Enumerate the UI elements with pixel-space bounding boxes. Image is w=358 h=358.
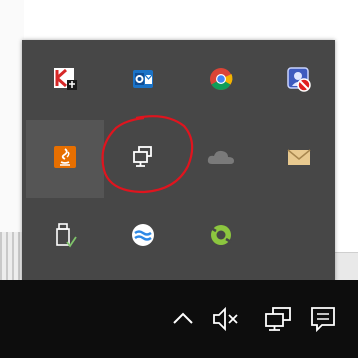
tray-item-kaspersky[interactable] — [26, 42, 104, 120]
waves-icon — [130, 222, 156, 252]
tray-item-green-app[interactable] — [182, 198, 260, 276]
taskbar — [0, 280, 358, 358]
volume-button[interactable] — [210, 304, 240, 334]
green-leaf-icon — [208, 222, 234, 252]
tray-item-mail[interactable] — [260, 120, 338, 198]
notification-icon — [311, 307, 335, 333]
kaspersky-icon — [52, 66, 78, 96]
background-window-edge — [333, 252, 358, 281]
envelope-icon — [286, 147, 312, 171]
show-hidden-icons-button[interactable] — [168, 304, 198, 334]
tray-item-waves-app[interactable] — [104, 198, 182, 276]
tray-item-chrome[interactable] — [182, 42, 260, 120]
chevron-up-icon — [173, 312, 193, 324]
tray-item-security-shield[interactable] — [260, 42, 338, 120]
java-icon — [51, 143, 79, 175]
tray-item-usb-safely-remove[interactable] — [26, 198, 104, 276]
action-center-button[interactable] — [308, 304, 338, 334]
background-window-right — [335, 0, 358, 280]
usb-drive-icon — [52, 221, 78, 253]
chrome-icon — [208, 66, 234, 96]
outlook-icon — [130, 66, 156, 96]
background-scroll-strip — [0, 232, 24, 280]
network-button[interactable] — [262, 304, 292, 334]
tray-item-outlook[interactable] — [104, 42, 182, 120]
tray-item-java-update[interactable] — [26, 120, 104, 198]
cloud-icon — [206, 147, 236, 171]
shield-blocked-icon — [285, 65, 313, 97]
speaker-muted-icon — [213, 306, 238, 332]
network-icon — [265, 307, 291, 331]
red-annotation-circle — [101, 115, 194, 194]
